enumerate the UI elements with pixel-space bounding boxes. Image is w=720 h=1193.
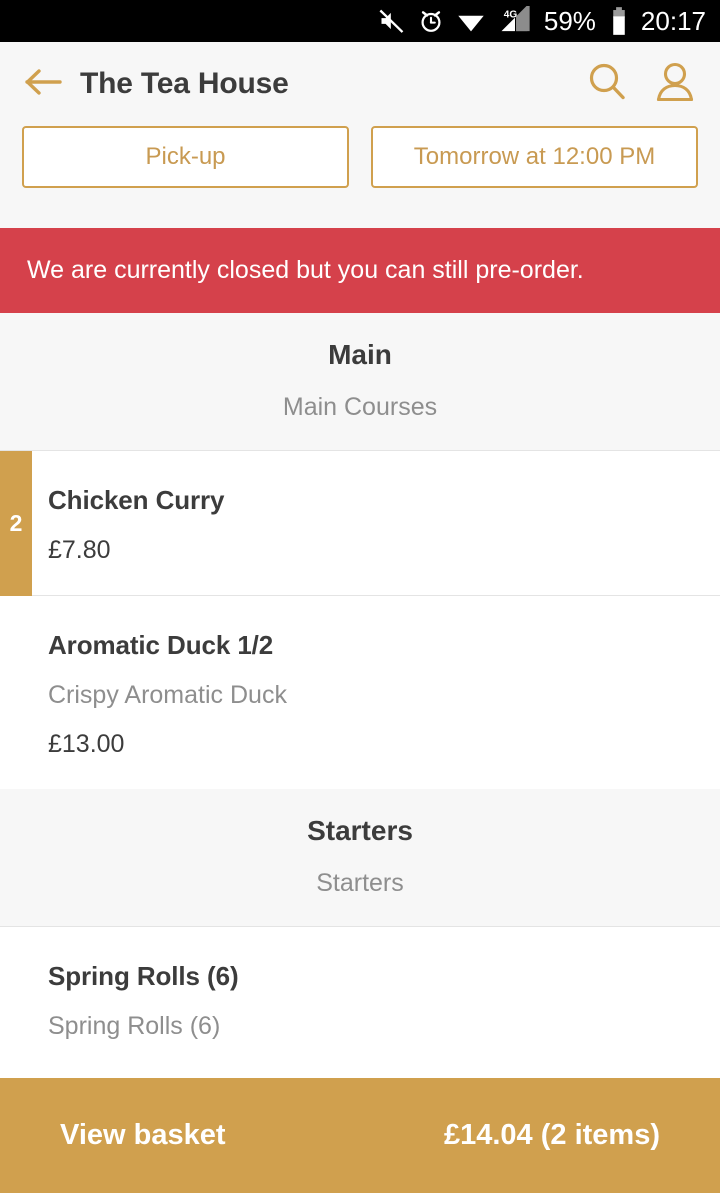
menu-item-price: £13.00 bbox=[48, 730, 125, 758]
menu-section-header: Starters Starters bbox=[0, 789, 720, 927]
menu-list[interactable]: Main Main Courses 2 Chicken Curry £7.80 … bbox=[0, 313, 720, 1091]
clock-label: 20:17 bbox=[640, 6, 706, 36]
section-subtitle: Main Courses bbox=[282, 393, 438, 421]
menu-section-header: Main Main Courses bbox=[0, 313, 720, 451]
schedule-time-button[interactable]: Tomorrow at 12:00 PM bbox=[371, 126, 698, 188]
basket-total-label: £14.04 (2 items) bbox=[443, 1119, 660, 1151]
battery-percent-label: 59% bbox=[543, 6, 596, 36]
app-header: The Tea House bbox=[0, 42, 720, 126]
menu-item-name: Spring Rolls (6) bbox=[48, 961, 239, 991]
menu-item-description: Spring Rolls (6) bbox=[48, 1012, 221, 1040]
view-basket-label: View basket bbox=[60, 1119, 226, 1151]
closed-alert-text: We are currently closed but you can stil… bbox=[27, 256, 584, 284]
section-title: Starters bbox=[307, 815, 413, 846]
battery-icon bbox=[609, 6, 629, 36]
menu-item-body: Spring Rolls (6) Spring Rolls (6) bbox=[32, 927, 720, 1091]
menu-item-name: Chicken Curry bbox=[48, 485, 225, 515]
page-title: The Tea House bbox=[80, 67, 289, 100]
menu-item-body: Chicken Curry £7.80 bbox=[32, 451, 720, 596]
app-screen: 4G 59% 20:17 The Tea House Pick-up Tomor… bbox=[0, 0, 720, 1193]
menu-item[interactable]: Spring Rolls (6) Spring Rolls (6) bbox=[0, 927, 720, 1091]
status-bar: 4G 59% 20:17 bbox=[0, 0, 720, 42]
wifi-icon bbox=[456, 7, 486, 35]
closed-alert-banner: We are currently closed but you can stil… bbox=[0, 228, 720, 313]
menu-item[interactable]: 2 Chicken Curry £7.80 bbox=[0, 451, 720, 596]
section-title: Main bbox=[328, 339, 392, 370]
account-icon bbox=[653, 60, 697, 109]
header-actions bbox=[584, 61, 698, 107]
section-subtitle: Starters bbox=[316, 869, 404, 897]
item-quantity-value: 2 bbox=[9, 510, 23, 536]
item-quantity-placeholder bbox=[0, 927, 32, 1091]
mute-icon bbox=[378, 7, 406, 35]
account-button[interactable] bbox=[652, 61, 698, 107]
menu-item[interactable]: Aromatic Duck 1/2 Crispy Aromatic Duck £… bbox=[0, 596, 720, 789]
menu-item-description: Crispy Aromatic Duck bbox=[48, 681, 287, 709]
item-quantity-badge: 2 bbox=[0, 451, 32, 596]
signal-4g-icon: 4G bbox=[497, 6, 533, 36]
search-icon bbox=[585, 60, 629, 109]
fulfilment-type-button[interactable]: Pick-up bbox=[22, 126, 349, 188]
back-arrow-icon bbox=[24, 66, 64, 103]
item-quantity-placeholder bbox=[0, 596, 32, 789]
search-button[interactable] bbox=[584, 61, 630, 107]
menu-item-name: Aromatic Duck 1/2 bbox=[48, 630, 274, 660]
order-options-bar: Pick-up Tomorrow at 12:00 PM bbox=[0, 126, 720, 228]
menu-item-price: £7.80 bbox=[48, 536, 111, 564]
back-button[interactable] bbox=[24, 61, 70, 107]
svg-text:4G: 4G bbox=[504, 10, 518, 21]
alarm-icon bbox=[417, 7, 445, 35]
view-basket-bar[interactable]: View basket £14.04 (2 items) bbox=[0, 1078, 720, 1193]
menu-item-body: Aromatic Duck 1/2 Crispy Aromatic Duck £… bbox=[32, 596, 720, 789]
